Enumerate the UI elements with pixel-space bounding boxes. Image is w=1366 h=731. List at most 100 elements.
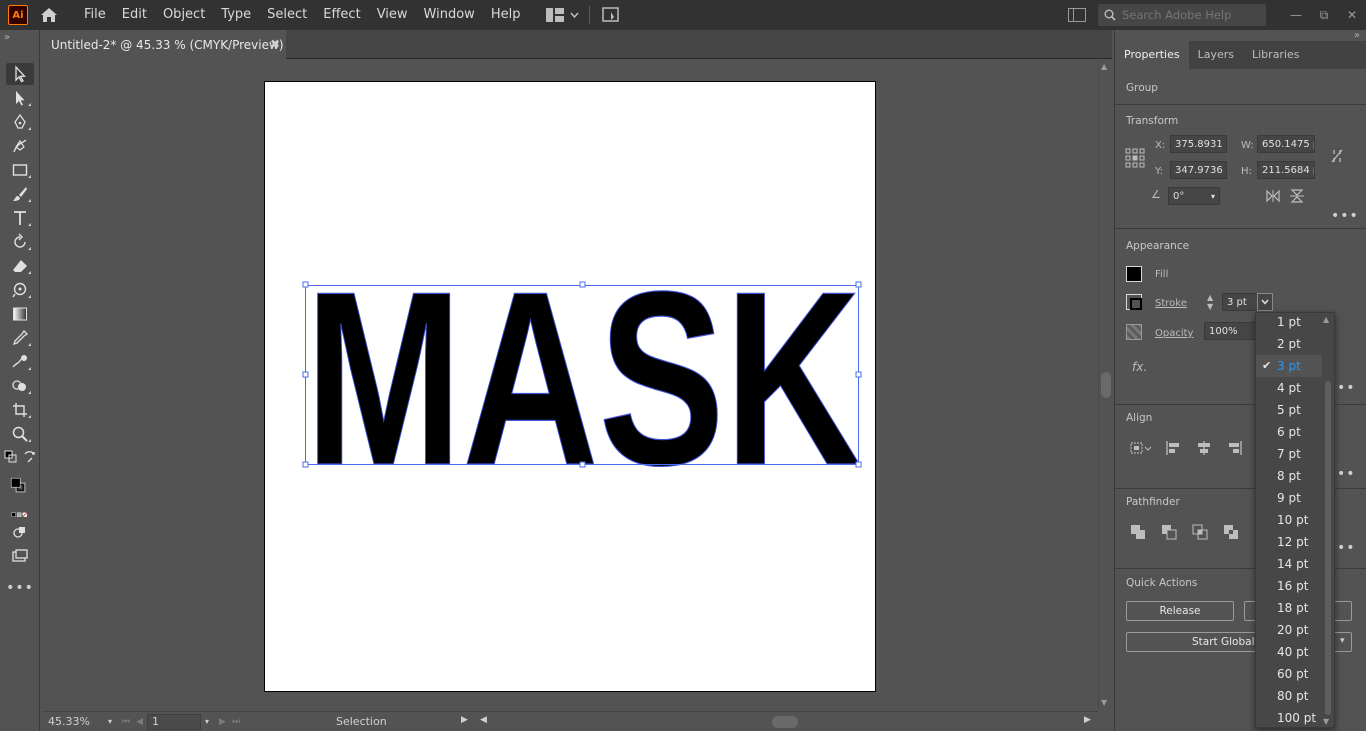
stroke-option-2pt[interactable]: 2 pt bbox=[1256, 333, 1322, 355]
stroke-option-80pt[interactable]: 80 pt bbox=[1256, 685, 1322, 707]
direct-selection-tool-icon[interactable] bbox=[6, 87, 34, 109]
paintbrush-tool-icon[interactable] bbox=[6, 183, 34, 205]
screen-mode-icon[interactable] bbox=[6, 545, 34, 567]
scroll-up-icon[interactable]: ▲ bbox=[1323, 315, 1329, 324]
eraser-tool-icon[interactable] bbox=[6, 255, 34, 277]
fx-effects-button[interactable]: fx. bbox=[1132, 360, 1147, 374]
swap-fill-stroke-icon[interactable] bbox=[22, 449, 38, 465]
menu-object[interactable]: Object bbox=[155, 0, 213, 30]
vertical-scrollbar[interactable]: ▲ ▼ bbox=[1098, 60, 1112, 711]
pathfinder-intersect-icon[interactable] bbox=[1192, 524, 1208, 540]
tab-layers[interactable]: Layers bbox=[1189, 41, 1243, 69]
release-button[interactable]: Release bbox=[1126, 601, 1234, 621]
type-tool-icon[interactable] bbox=[6, 207, 34, 229]
stroke-option-1pt[interactable]: 1 pt bbox=[1256, 311, 1322, 333]
artboard-number-field[interactable]: 1 bbox=[147, 713, 202, 730]
width-field[interactable]: 650.1475 p bbox=[1257, 135, 1315, 153]
previous-artboard-icon[interactable]: ◀ bbox=[136, 717, 143, 727]
scroll-left-icon[interactable]: ◀ bbox=[480, 715, 487, 725]
horizontal-scroll-thumb[interactable] bbox=[772, 716, 798, 728]
menu-view[interactable]: View bbox=[369, 0, 416, 30]
stroke-weight-dropdown-button[interactable] bbox=[1257, 293, 1273, 311]
stroke-option-18pt[interactable]: 18 pt bbox=[1256, 597, 1322, 619]
next-artboard-icon[interactable]: ▶ bbox=[219, 717, 226, 727]
align-to-selection-icon[interactable] bbox=[1129, 439, 1153, 457]
stroke-option-12pt[interactable]: 12 pt bbox=[1256, 531, 1322, 553]
stroke-option-4pt[interactable]: 4 pt bbox=[1256, 377, 1322, 399]
opacity-field[interactable]: 100% bbox=[1204, 322, 1256, 340]
puppet-warp-tool-icon[interactable] bbox=[6, 279, 34, 301]
scroll-down-icon[interactable]: ▼ bbox=[1323, 717, 1329, 726]
tab-properties[interactable]: Properties bbox=[1115, 41, 1189, 69]
pathfinder-unite-icon[interactable] bbox=[1130, 524, 1146, 540]
status-menu-arrow-icon[interactable]: ▶ bbox=[461, 715, 468, 725]
selection-tool-icon[interactable] bbox=[6, 63, 34, 85]
rotation-angle-field[interactable]: 0° ▾ bbox=[1168, 187, 1220, 205]
stroke-option-3pt[interactable]: ✔ 3 pt bbox=[1256, 355, 1322, 377]
collapse-toolbar-icon[interactable]: » bbox=[4, 32, 10, 43]
arrange-documents-icon[interactable] bbox=[602, 6, 620, 24]
height-field[interactable]: 211.5684 p bbox=[1257, 161, 1315, 179]
minimize-icon[interactable]: — bbox=[1282, 0, 1310, 30]
flip-vertical-icon[interactable] bbox=[1289, 189, 1305, 203]
pathfinder-minus-front-icon[interactable] bbox=[1161, 524, 1177, 540]
flip-horizontal-icon[interactable] bbox=[1265, 189, 1281, 203]
stroke-option-60pt[interactable]: 60 pt bbox=[1256, 663, 1322, 685]
pathfinder-exclude-icon[interactable] bbox=[1223, 524, 1239, 540]
document-tab[interactable]: Untitled-2* @ 45.33 % (CMYK/Preview) ✖ bbox=[42, 30, 286, 59]
menu-file[interactable]: File bbox=[76, 0, 114, 30]
tab-libraries[interactable]: Libraries bbox=[1243, 41, 1309, 69]
stroke-option-8pt[interactable]: 8 pt bbox=[1256, 465, 1322, 487]
align-horizontal-center-icon[interactable] bbox=[1196, 440, 1212, 456]
stroke-option-100pt[interactable]: 100 pt bbox=[1256, 707, 1322, 729]
menu-window[interactable]: Window bbox=[416, 0, 483, 30]
stroke-option-16pt[interactable]: 16 pt bbox=[1256, 575, 1322, 597]
chevron-down-icon[interactable]: ▾ bbox=[205, 717, 209, 726]
reference-point-icon[interactable] bbox=[1125, 148, 1145, 168]
pen-tool-icon[interactable] bbox=[6, 111, 34, 133]
rotate-tool-icon[interactable] bbox=[6, 231, 34, 253]
vertical-scroll-thumb[interactable] bbox=[1101, 372, 1111, 398]
constrain-proportions-icon[interactable] bbox=[1329, 148, 1345, 164]
restore-icon[interactable]: ⧉ bbox=[1310, 0, 1338, 30]
stroke-label[interactable]: Stroke bbox=[1155, 298, 1187, 309]
zoom-level-select[interactable]: 45.33% ▾ bbox=[44, 714, 112, 730]
scroll-down-icon[interactable]: ▼ bbox=[1101, 698, 1107, 707]
scroll-right-icon[interactable]: ▶ bbox=[1084, 715, 1091, 725]
menu-edit[interactable]: Edit bbox=[114, 0, 155, 30]
home-icon[interactable] bbox=[38, 5, 60, 25]
eyedropper-tool-icon[interactable] bbox=[6, 327, 34, 349]
dropdown-scroll-thumb[interactable] bbox=[1325, 381, 1331, 715]
align-left-icon[interactable] bbox=[1165, 440, 1181, 456]
dropdown-scrollbar[interactable]: ▲ ▼ bbox=[1323, 315, 1332, 726]
appearance-more-options-icon[interactable]: •• bbox=[1337, 380, 1356, 396]
close-tab-icon[interactable]: ✖ bbox=[270, 37, 280, 51]
x-position-field[interactable]: 375.8931 p bbox=[1170, 135, 1227, 153]
help-search[interactable] bbox=[1098, 4, 1266, 26]
default-fill-stroke-icon[interactable] bbox=[3, 449, 19, 465]
gradient-tool-icon[interactable] bbox=[6, 303, 34, 325]
color-mode-icons[interactable] bbox=[4, 508, 36, 522]
fill-swatch[interactable] bbox=[1126, 266, 1142, 282]
blend-tool-icon[interactable] bbox=[6, 351, 34, 373]
stroke-option-9pt[interactable]: 9 pt bbox=[1256, 487, 1322, 509]
scroll-up-icon[interactable]: ▲ bbox=[1101, 62, 1107, 71]
stroke-option-14pt[interactable]: 14 pt bbox=[1256, 553, 1322, 575]
menu-effect[interactable]: Effect bbox=[315, 0, 368, 30]
chevron-down-icon[interactable]: ▾ bbox=[1340, 636, 1345, 646]
transform-more-options-icon[interactable]: ••• bbox=[1331, 208, 1359, 224]
draw-mode-icon[interactable] bbox=[6, 521, 34, 543]
stroke-weight-field[interactable]: 3 pt bbox=[1222, 293, 1258, 311]
pathfinder-more-options-icon[interactable]: •• bbox=[1337, 540, 1356, 556]
chevron-down-icon[interactable]: ▾ bbox=[1211, 192, 1215, 201]
collapse-panel-icon[interactable]: » bbox=[1354, 30, 1360, 41]
workspace-switcher[interactable] bbox=[546, 8, 580, 22]
close-window-icon[interactable]: ✕ bbox=[1338, 0, 1366, 30]
opacity-label[interactable]: Opacity bbox=[1155, 328, 1193, 339]
edit-toolbar-more-icon[interactable]: ••• bbox=[6, 577, 34, 599]
stroke-option-20pt[interactable]: 20 pt bbox=[1256, 619, 1322, 641]
y-position-field[interactable]: 347.9736 p bbox=[1170, 161, 1227, 179]
fill-stroke-swatches[interactable] bbox=[4, 471, 34, 501]
curvature-tool-icon[interactable] bbox=[6, 135, 34, 157]
align-more-options-icon[interactable]: •• bbox=[1337, 466, 1356, 482]
